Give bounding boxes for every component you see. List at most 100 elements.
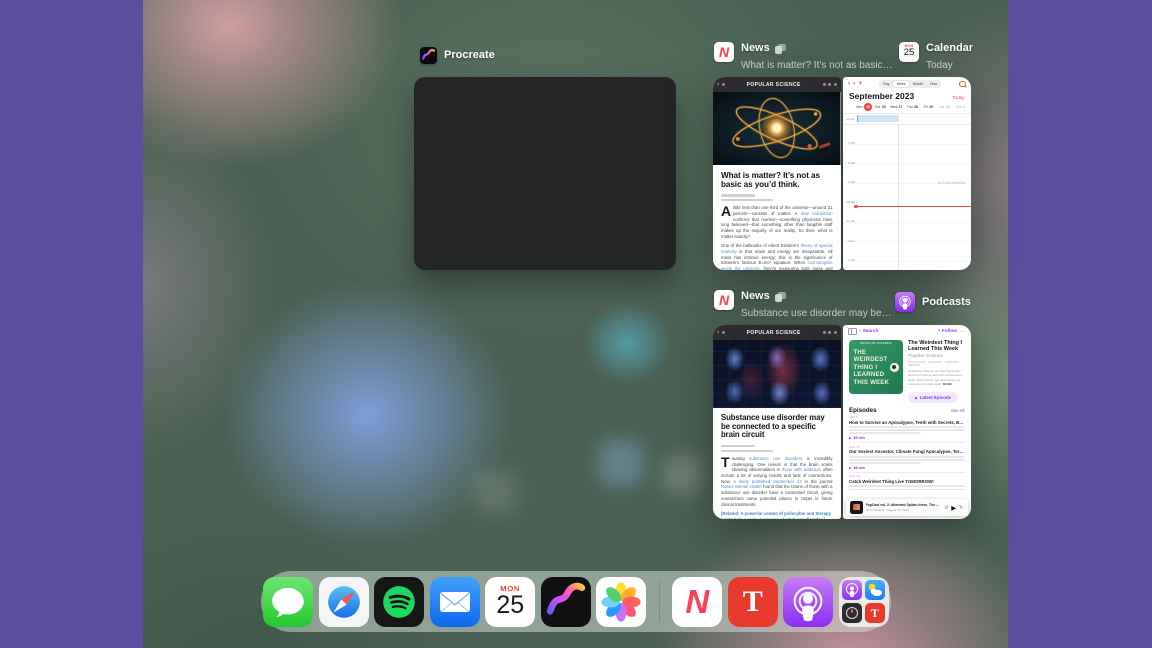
episode-desc-line bbox=[849, 489, 965, 491]
day-header-weekend: Sun1 bbox=[952, 105, 968, 109]
day-header: Fri29 bbox=[920, 105, 936, 109]
artwork-title-lines: THE WEIRDEST THING I LEARNED THIS WEEK bbox=[854, 349, 890, 387]
calendar-card[interactable]: ‹ › + Day Week Month Year September 2023… bbox=[843, 77, 971, 270]
multiple-windows-icon[interactable] bbox=[775, 292, 786, 302]
inline-link: a study published September 13 bbox=[733, 479, 801, 484]
back-icon: ‹ bbox=[717, 329, 719, 336]
podcast-show-header: POPULAR SCIENCE THE WEIRDEST THING I LEA… bbox=[843, 338, 971, 404]
play-icon: ▶ bbox=[915, 396, 918, 400]
news-masthead: POPULAR SCIENCE bbox=[727, 330, 820, 336]
related-article-link: [Related: A powerful combo of psilocybin… bbox=[721, 511, 833, 519]
podcast-artwork: POPULAR SCIENCE THE WEIRDEST THING I LEA… bbox=[849, 340, 903, 394]
mini-app-icon-clock bbox=[842, 603, 862, 623]
calendar-month-title: September 2023 bbox=[849, 91, 914, 101]
calendar-day-number: 25 bbox=[485, 593, 535, 617]
episodes-header-row: Episodes See All bbox=[843, 407, 971, 414]
day-header-weekend: Sat30 bbox=[936, 105, 952, 109]
news-n-glyph: N bbox=[685, 585, 709, 618]
dock-suggested-apps[interactable]: T bbox=[839, 577, 889, 627]
dock-icon-news[interactable]: N bbox=[672, 577, 722, 627]
podcasts-card[interactable]: ‹ Search + Follow ⋯ POPULAR SCIENCE THE … bbox=[843, 325, 971, 519]
dock-icon-spotify[interactable] bbox=[374, 577, 424, 627]
byline-placeholder bbox=[721, 445, 755, 447]
procreate-card-label: Procreate bbox=[420, 47, 495, 64]
news-card-2[interactable]: ‹ POPULAR SCIENCE Substance use disorder… bbox=[713, 325, 841, 519]
inline-link: those with addiction bbox=[782, 467, 821, 472]
article-paragraph: Treating substance use disorders is incr… bbox=[721, 456, 833, 507]
see-all-link: See All bbox=[951, 408, 965, 413]
dock-icon-nytimes[interactable]: T bbox=[728, 577, 778, 627]
episode-title: Catch Weirdest Thing Live TOMORROW! bbox=[849, 479, 965, 484]
wallpaper-blur-shape bbox=[598, 440, 644, 486]
dock-icon-photos[interactable] bbox=[596, 577, 646, 627]
current-time-indicator bbox=[855, 206, 971, 207]
share-icon bbox=[823, 331, 826, 334]
news-toolbar: ‹ POPULAR SCIENCE bbox=[713, 77, 841, 92]
news-card2-title: News bbox=[741, 290, 770, 303]
all-day-label: all-day bbox=[843, 117, 856, 121]
news-toolbar: ‹ POPULAR SCIENCE bbox=[713, 325, 841, 340]
hour-label: 9 AM bbox=[843, 180, 855, 184]
view-segmented-control: Day Week Month Year bbox=[879, 80, 942, 88]
show-author: Popular Science bbox=[908, 354, 965, 359]
dropcap: T bbox=[721, 457, 730, 468]
day-header: Thu28 bbox=[904, 105, 920, 109]
mini-app-icon-weather bbox=[865, 580, 885, 600]
byline-placeholder bbox=[721, 194, 755, 196]
show-meta: ★ 4.6 (4.6K) · SCIENCE · UPDATED WEEKLY bbox=[908, 360, 965, 367]
dock-icon-messages[interactable] bbox=[263, 577, 313, 627]
article-hero-image-brain-scans bbox=[713, 340, 841, 408]
more-icon: ⋯ bbox=[960, 330, 966, 334]
dock-icon-podcasts[interactable] bbox=[783, 577, 833, 627]
latest-episode-button: ▶Latest Episode bbox=[908, 392, 958, 403]
eyeball-icon bbox=[890, 363, 899, 372]
divider bbox=[849, 442, 965, 443]
paragraph-text: reating bbox=[732, 456, 750, 461]
reader-icon bbox=[722, 331, 725, 334]
segment-day: Day bbox=[880, 81, 893, 87]
mini-app-icon-podcasts bbox=[842, 580, 862, 600]
inline-link: substance use disorders bbox=[749, 456, 802, 461]
more-icon bbox=[834, 331, 837, 334]
procreate-app-icon bbox=[420, 47, 437, 64]
procreate-card[interactable] bbox=[414, 77, 676, 270]
podcasts-navbar: ‹ Search + Follow ⋯ bbox=[843, 325, 971, 338]
calendar-icon-day: 25 bbox=[899, 48, 919, 58]
news-n-glyph: N bbox=[719, 45, 729, 59]
dock-icon-mail[interactable] bbox=[430, 577, 480, 627]
reader-icon bbox=[722, 83, 725, 86]
calendar-app-icon: MON 25 bbox=[899, 42, 919, 62]
episode-title: Our Sexiest Ancestor, Climate Fungi Apoc… bbox=[849, 449, 965, 454]
calendar-day-headers: Mon25 Tue26 Wed27 Thu28 Fri29 Sat30 Sun1 bbox=[843, 101, 971, 113]
hour-label: 7 AM bbox=[843, 141, 855, 145]
back-to-search-button: ‹ Search bbox=[860, 329, 879, 334]
news-card-1[interactable]: ‹ POPULAR SCIENCE bbox=[713, 77, 841, 270]
show-title: The Weirdest Thing I Learned This Week bbox=[908, 340, 965, 353]
dock-icon-procreate[interactable] bbox=[541, 577, 591, 627]
dock-icon-safari[interactable] bbox=[319, 577, 369, 627]
news-card1-title: News bbox=[741, 42, 770, 55]
screen-bezel-left bbox=[0, 0, 143, 648]
nyt-t-glyph: T bbox=[871, 607, 879, 619]
dock-icon-calendar[interactable]: MON 25 bbox=[485, 577, 535, 627]
episode-duration: ▶58 min bbox=[849, 466, 965, 470]
episode-desc-line bbox=[849, 459, 965, 461]
split-view-pair-news-calendar: ‹ POPULAR SCIENCE bbox=[713, 77, 971, 270]
episode-title: How to Survive an Apocalypse, Teeth with… bbox=[849, 420, 965, 425]
multiple-windows-icon[interactable] bbox=[775, 44, 786, 54]
divider bbox=[849, 472, 965, 473]
episodes-heading: Episodes bbox=[849, 407, 877, 414]
episode-date: AUG 30 bbox=[849, 446, 965, 449]
day-column-divider bbox=[898, 125, 899, 270]
episode-item: SEP 6 How to Survive an Apocalypse, Teet… bbox=[849, 416, 965, 443]
hour-label: 8 AM bbox=[843, 161, 855, 165]
article-body: What is matter? It’s not as basic as you… bbox=[713, 165, 841, 270]
episode-date: AUG 23 bbox=[849, 475, 965, 478]
sidebar-icon bbox=[848, 328, 857, 336]
chevron-left-icon: ‹ bbox=[848, 81, 850, 87]
share-icon bbox=[823, 83, 826, 86]
artwork-masthead: POPULAR SCIENCE bbox=[849, 342, 903, 345]
screen-bezel-right bbox=[1008, 0, 1152, 648]
day-header-today: Mon25 bbox=[856, 103, 872, 111]
episode-desc-line bbox=[849, 485, 965, 487]
